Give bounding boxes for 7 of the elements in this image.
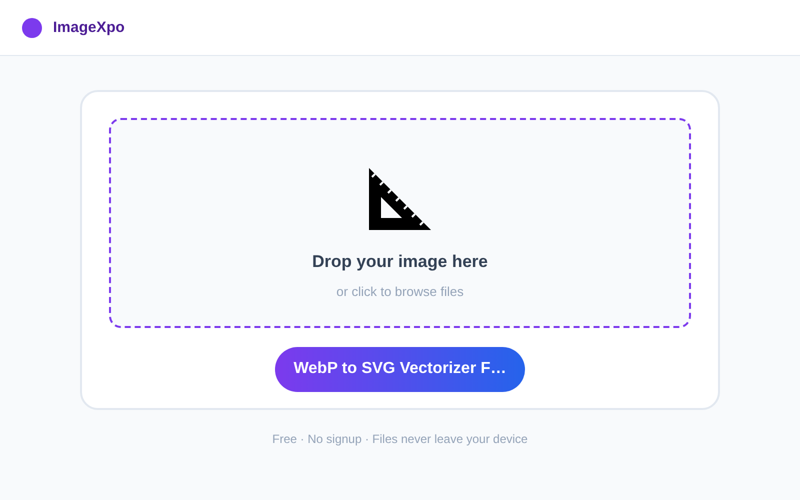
logo-icon [22, 18, 42, 38]
drop-title: Drop your image here [312, 252, 488, 272]
drop-zone[interactable]: Drop your image here or click to browse files [109, 118, 691, 328]
vectorize-button[interactable]: WebP to SVG Vectorizer F… [275, 346, 525, 392]
footer-note: Free · No signup · Files never leave your device [272, 432, 528, 446]
drop-hint: or click to browse files [336, 284, 464, 299]
brand-name: ImageXpo [53, 19, 125, 36]
